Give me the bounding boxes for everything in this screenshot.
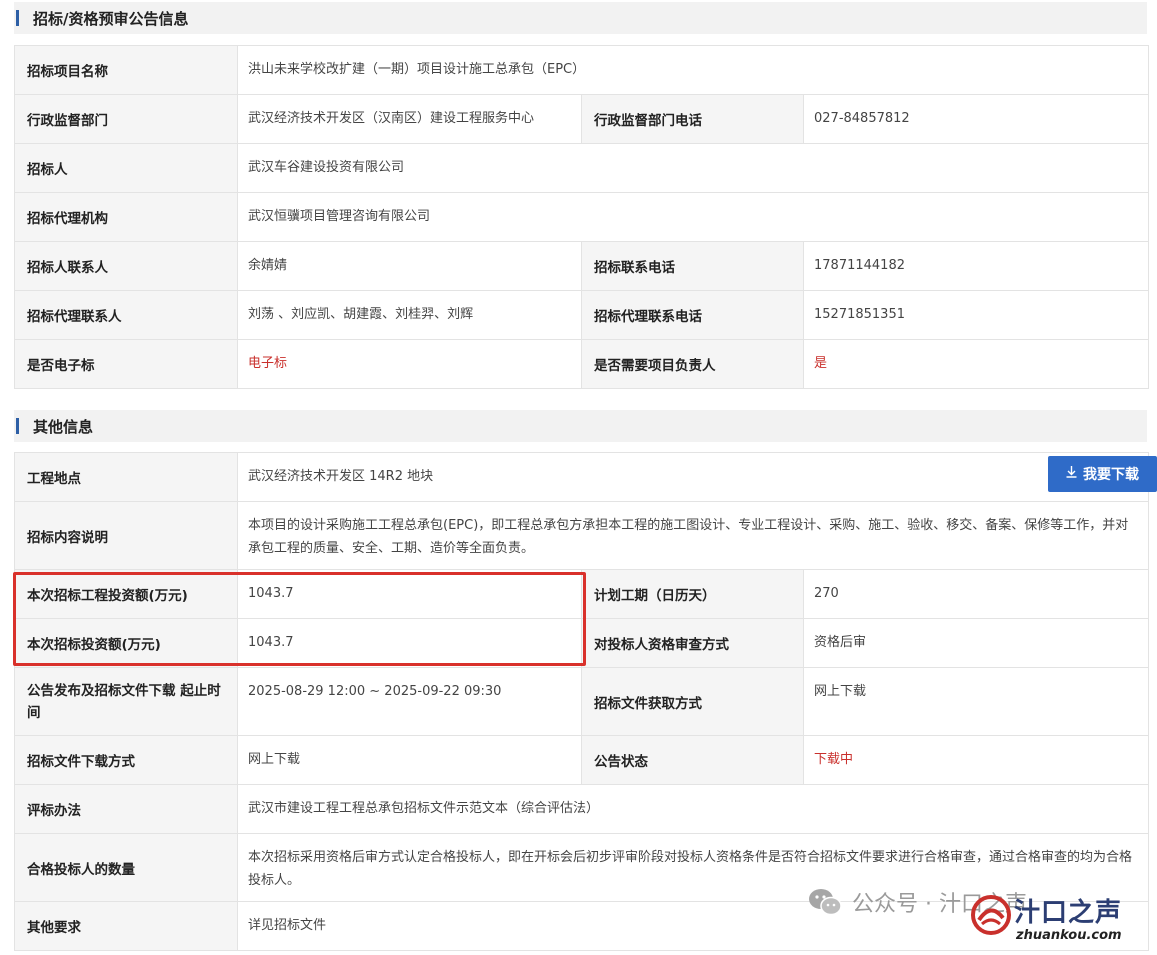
electronic-label: 是否电子标 bbox=[14, 339, 238, 389]
agency-value: 武汉恒骥项目管理咨询有限公司 bbox=[236, 192, 1150, 242]
tender-info-table: 招标项目名称 洪山未来学校改扩建（一期）项目设计施工总承包（EPC） 行政监督部… bbox=[14, 45, 1150, 389]
eval-label: 评标办法 bbox=[14, 784, 238, 834]
download-icon bbox=[1066, 466, 1077, 482]
table-row: 本次招标工程投资额(万元) 1043.7 计划工期（日历天） 270 bbox=[14, 569, 1150, 619]
admin-phone-value: 027-84857812 bbox=[802, 94, 1150, 144]
tender-phone-value: 17871144182 bbox=[802, 241, 1150, 291]
table-row: 评标办法 武汉市建设工程工程总承包招标文件示范文本（综合评估法） bbox=[14, 784, 1150, 834]
section-accent-bar bbox=[16, 418, 19, 434]
download-button[interactable]: 我要下载 bbox=[1048, 456, 1157, 492]
table-row: 工程地点 武汉经济技术开发区 14R2 地块 bbox=[14, 452, 1150, 502]
obtain-method-label: 招标文件获取方式 bbox=[581, 667, 804, 736]
wechat-icon bbox=[808, 888, 842, 916]
tender-phone-label: 招标联系电话 bbox=[581, 241, 804, 291]
need-manager-label: 是否需要项目负责人 bbox=[581, 339, 804, 389]
invest-project-value: 1043.7 bbox=[237, 569, 582, 619]
tenderer-label: 招标人 bbox=[14, 143, 238, 193]
download-method-value: 网上下载 bbox=[237, 735, 582, 785]
tenderer-contact-label: 招标人联系人 bbox=[14, 241, 238, 291]
period-label: 计划工期（日历天） bbox=[581, 569, 804, 619]
invest-value: 1043.7 bbox=[237, 618, 582, 668]
content-label: 招标内容说明 bbox=[14, 501, 238, 570]
section-title: 其他信息 bbox=[33, 417, 94, 436]
section-header-tender-info: 招标/资格预审公告信息 bbox=[14, 2, 1147, 34]
admin-dept-label: 行政监督部门 bbox=[14, 94, 238, 144]
logo-mark-icon bbox=[971, 895, 1011, 935]
agency-label: 招标代理机构 bbox=[14, 192, 238, 242]
logo-brand: 汁口之声 bbox=[1014, 898, 1123, 928]
table-row: 招标代理联系人 刘荡 、刘应凯、胡建霞、刘桂羿、刘辉 招标代理联系电话 1527… bbox=[14, 290, 1150, 340]
admin-phone-label: 行政监督部门电话 bbox=[581, 94, 804, 144]
tenderer-contact-value: 余婧婧 bbox=[237, 241, 582, 291]
download-button-label: 我要下载 bbox=[1083, 467, 1139, 483]
invest-project-label: 本次招标工程投资额(万元) bbox=[14, 569, 238, 619]
agency-phone-label: 招标代理联系电话 bbox=[581, 290, 804, 340]
table-row: 招标代理机构 武汉恒骥项目管理咨询有限公司 bbox=[14, 192, 1150, 242]
table-row: 招标人联系人 余婧婧 招标联系电话 17871144182 bbox=[14, 241, 1150, 291]
agency-contact-value: 刘荡 、刘应凯、胡建霞、刘桂羿、刘辉 bbox=[237, 290, 582, 340]
project-name-value: 洪山未来学校改扩建（一期）项目设计施工总承包（EPC） bbox=[236, 45, 1150, 95]
electronic-value: 电子标 bbox=[237, 339, 582, 389]
qual-method-value: 资格后审 bbox=[802, 618, 1150, 668]
admin-dept-value: 武汉经济技术开发区（汉南区）建设工程服务中心 bbox=[237, 94, 582, 144]
section-title: 招标/资格预审公告信息 bbox=[33, 9, 189, 28]
section-accent-bar bbox=[16, 10, 19, 26]
table-row: 招标文件下载方式 网上下载 公告状态 下载中 bbox=[14, 735, 1150, 785]
site-logo: 汁口之声 zhuankou.com bbox=[970, 890, 1150, 950]
need-manager-value: 是 bbox=[802, 339, 1150, 389]
agency-phone-value: 15271851351 bbox=[802, 290, 1150, 340]
table-row: 招标内容说明 本项目的设计采购施工工程总承包(EPC)，即工程总承包方承担本工程… bbox=[14, 501, 1150, 570]
table-row: 公告发布及招标文件下载 起止时间 2025-08-29 12:00 ~ 2025… bbox=[14, 667, 1150, 736]
table-row: 招标项目名称 洪山未来学校改扩建（一期）项目设计施工总承包（EPC） bbox=[14, 45, 1150, 95]
project-name-label: 招标项目名称 bbox=[14, 45, 238, 95]
publish-time-label: 公告发布及招标文件下载 起止时间 bbox=[14, 667, 238, 736]
logo-domain: zhuankou.com bbox=[1016, 928, 1122, 943]
location-value: 武汉经济技术开发区 14R2 地块 bbox=[236, 452, 1150, 502]
qualified-count-label: 合格投标人的数量 bbox=[14, 833, 238, 902]
table-row: 是否电子标 电子标 是否需要项目负责人 是 bbox=[14, 339, 1150, 389]
other-label: 其他要求 bbox=[14, 901, 238, 951]
table-row: 行政监督部门 武汉经济技术开发区（汉南区）建设工程服务中心 行政监督部门电话 0… bbox=[14, 94, 1150, 144]
eval-value: 武汉市建设工程工程总承包招标文件示范文本（综合评估法） bbox=[236, 784, 1150, 834]
other-info-table: 工程地点 武汉经济技术开发区 14R2 地块 招标内容说明 本项目的设计采购施工… bbox=[14, 452, 1150, 951]
content-value: 本项目的设计采购施工工程总承包(EPC)，即工程总承包方承担本工程的施工图设计、… bbox=[236, 501, 1150, 570]
table-row: 本次招标投资额(万元) 1043.7 对投标人资格审查方式 资格后审 bbox=[14, 618, 1150, 668]
download-method-label: 招标文件下载方式 bbox=[14, 735, 238, 785]
period-value: 270 bbox=[802, 569, 1150, 619]
publish-time-value: 2025-08-29 12:00 ~ 2025-09-22 09:30 bbox=[237, 667, 582, 736]
status-label: 公告状态 bbox=[581, 735, 804, 785]
agency-contact-label: 招标代理联系人 bbox=[14, 290, 238, 340]
tenderer-value: 武汉车谷建设投资有限公司 bbox=[236, 143, 1150, 193]
status-value: 下载中 bbox=[802, 735, 1150, 785]
qual-method-label: 对投标人资格审查方式 bbox=[581, 618, 804, 668]
section-header-other-info: 其他信息 bbox=[14, 410, 1147, 442]
table-row: 招标人 武汉车谷建设投资有限公司 bbox=[14, 143, 1150, 193]
invest-label: 本次招标投资额(万元) bbox=[14, 618, 238, 668]
location-label: 工程地点 bbox=[14, 452, 238, 502]
obtain-method-value: 网上下载 bbox=[802, 667, 1150, 736]
